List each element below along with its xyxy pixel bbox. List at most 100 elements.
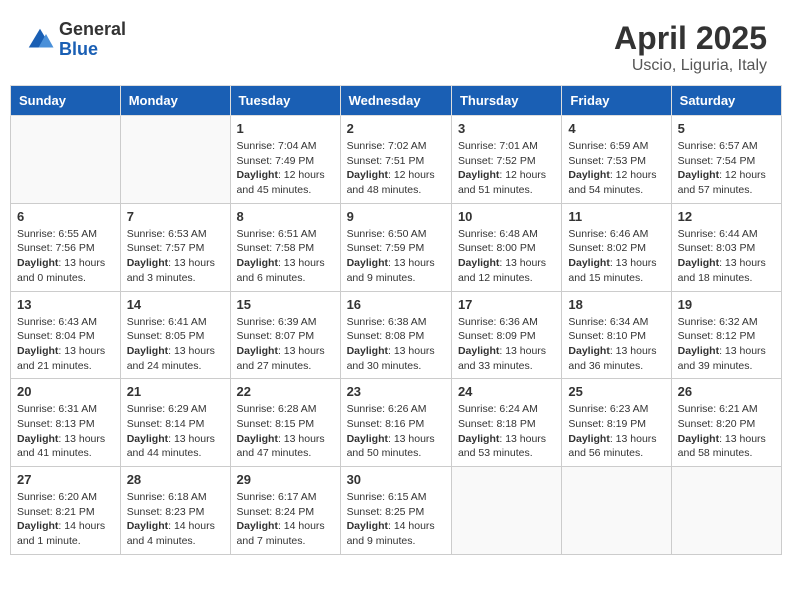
day-info: Sunrise: 6:29 AMSunset: 8:14 PMDaylight:… xyxy=(127,402,224,461)
col-header-thursday: Thursday xyxy=(451,86,561,116)
day-number: 24 xyxy=(458,384,555,399)
day-number: 20 xyxy=(17,384,114,399)
logo-text: General Blue xyxy=(59,20,126,60)
day-info: Sunrise: 6:26 AMSunset: 8:16 PMDaylight:… xyxy=(347,402,445,461)
col-header-monday: Monday xyxy=(120,86,230,116)
day-info: Sunrise: 6:31 AMSunset: 8:13 PMDaylight:… xyxy=(17,402,114,461)
day-number: 23 xyxy=(347,384,445,399)
calendar-cell: 30 Sunrise: 6:15 AMSunset: 8:25 PMDayligh… xyxy=(340,467,451,555)
calendar-cell: 20 Sunrise: 6:31 AMSunset: 8:13 PMDayligh… xyxy=(11,379,121,467)
calendar-cell: 1 Sunrise: 7:04 AMSunset: 7:49 PMDaylight… xyxy=(230,116,340,204)
logo-general-text: General xyxy=(59,20,126,40)
day-info: Sunrise: 6:51 AMSunset: 7:58 PMDaylight:… xyxy=(237,227,334,286)
calendar-week-row: 27Sunrise: 6:20 AMSunset: 8:21 PMDayligh… xyxy=(11,467,782,555)
month-title: April 2025 xyxy=(614,20,767,57)
day-number: 21 xyxy=(127,384,224,399)
calendar-cell: 8 Sunrise: 6:51 AMSunset: 7:58 PMDaylight… xyxy=(230,203,340,291)
day-info: Sunrise: 6:24 AMSunset: 8:18 PMDaylight:… xyxy=(458,402,555,461)
day-info: Sunrise: 6:32 AMSunset: 8:12 PMDaylight:… xyxy=(678,315,775,374)
logo-icon xyxy=(25,25,55,55)
calendar-cell: 17 Sunrise: 6:36 AMSunset: 8:09 PMDayligh… xyxy=(451,291,561,379)
col-header-saturday: Saturday xyxy=(671,86,781,116)
day-info: Sunrise: 6:28 AMSunset: 8:15 PMDaylight:… xyxy=(237,402,334,461)
day-info: Sunrise: 6:55 AMSunset: 7:56 PMDaylight:… xyxy=(17,227,114,286)
calendar-header-row: SundayMondayTuesdayWednesdayThursdayFrid… xyxy=(11,86,782,116)
calendar-cell: 28 Sunrise: 6:18 AMSunset: 8:23 PMDayligh… xyxy=(120,467,230,555)
col-header-wednesday: Wednesday xyxy=(340,86,451,116)
day-number: 7 xyxy=(127,209,224,224)
day-info: Sunrise: 6:21 AMSunset: 8:20 PMDaylight:… xyxy=(678,402,775,461)
day-number: 5 xyxy=(678,121,775,136)
day-number: 10 xyxy=(458,209,555,224)
calendar-cell xyxy=(562,467,671,555)
calendar-cell: 4Sunrise: 6:59 AMSunset: 7:53 PMDaylight… xyxy=(562,116,671,204)
day-info: Sunrise: 6:23 AMSunset: 8:19 PMDaylight:… xyxy=(568,402,664,461)
day-number: 1 xyxy=(237,121,334,136)
calendar-table: SundayMondayTuesdayWednesdayThursdayFrid… xyxy=(10,85,782,555)
logo: General Blue xyxy=(25,20,126,60)
day-info: Sunrise: 6:44 AMSunset: 8:03 PMDaylight:… xyxy=(678,227,775,286)
calendar-cell: 24 Sunrise: 6:24 AMSunset: 8:18 PMDayligh… xyxy=(451,379,561,467)
calendar-cell: 25 Sunrise: 6:23 AMSunset: 8:19 PMDayligh… xyxy=(562,379,671,467)
day-info: Sunrise: 7:02 AMSunset: 7:51 PMDaylight:… xyxy=(347,139,445,198)
calendar-cell xyxy=(120,116,230,204)
calendar-cell xyxy=(451,467,561,555)
calendar-cell: 19 Sunrise: 6:32 AMSunset: 8:12 PMDayligh… xyxy=(671,291,781,379)
day-info: Sunrise: 6:50 AMSunset: 7:59 PMDaylight:… xyxy=(347,227,445,286)
day-number: 25 xyxy=(568,384,664,399)
calendar-cell: 14Sunrise: 6:41 AMSunset: 8:05 PMDayligh… xyxy=(120,291,230,379)
day-number: 29 xyxy=(237,472,334,487)
day-info: Sunrise: 6:53 AMSunset: 7:57 PMDaylight:… xyxy=(127,227,224,286)
day-number: 12 xyxy=(678,209,775,224)
day-number: 2 xyxy=(347,121,445,136)
day-number: 14 xyxy=(127,297,224,312)
calendar-week-row: 1 Sunrise: 7:04 AMSunset: 7:49 PMDaylight… xyxy=(11,116,782,204)
day-number: 28 xyxy=(127,472,224,487)
calendar-cell: 2 Sunrise: 7:02 AMSunset: 7:51 PMDaylight… xyxy=(340,116,451,204)
location-title: Uscio, Liguria, Italy xyxy=(614,57,767,75)
day-number: 17 xyxy=(458,297,555,312)
day-number: 19 xyxy=(678,297,775,312)
day-info: Sunrise: 6:18 AMSunset: 8:23 PMDaylight:… xyxy=(127,490,224,549)
col-header-tuesday: Tuesday xyxy=(230,86,340,116)
day-number: 9 xyxy=(347,209,445,224)
calendar-cell: 26Sunrise: 6:21 AMSunset: 8:20 PMDayligh… xyxy=(671,379,781,467)
day-info: Sunrise: 7:01 AMSunset: 7:52 PMDaylight:… xyxy=(458,139,555,198)
calendar-cell: 21 Sunrise: 6:29 AMSunset: 8:14 PMDayligh… xyxy=(120,379,230,467)
day-number: 3 xyxy=(458,121,555,136)
calendar-cell: 27Sunrise: 6:20 AMSunset: 8:21 PMDayligh… xyxy=(11,467,121,555)
title-area: April 2025 Uscio, Liguria, Italy xyxy=(614,20,767,75)
calendar-cell: 11Sunrise: 6:46 AMSunset: 8:02 PMDayligh… xyxy=(562,203,671,291)
calendar-cell: 15 Sunrise: 6:39 AMSunset: 8:07 PMDayligh… xyxy=(230,291,340,379)
calendar-cell xyxy=(671,467,781,555)
day-number: 16 xyxy=(347,297,445,312)
day-number: 30 xyxy=(347,472,445,487)
calendar-week-row: 6 Sunrise: 6:55 AMSunset: 7:56 PMDaylight… xyxy=(11,203,782,291)
header: General Blue April 2025 Uscio, Liguria, … xyxy=(10,10,782,80)
day-number: 11 xyxy=(568,209,664,224)
page-container: General Blue April 2025 Uscio, Liguria, … xyxy=(10,10,782,555)
day-info: Sunrise: 7:04 AMSunset: 7:49 PMDaylight:… xyxy=(237,139,334,198)
calendar-cell: 10 Sunrise: 6:48 AMSunset: 8:00 PMDayligh… xyxy=(451,203,561,291)
day-info: Sunrise: 6:59 AMSunset: 7:53 PMDaylight:… xyxy=(568,139,664,198)
calendar-cell: 3 Sunrise: 7:01 AMSunset: 7:52 PMDaylight… xyxy=(451,116,561,204)
day-number: 15 xyxy=(237,297,334,312)
calendar-week-row: 13 Sunrise: 6:43 AMSunset: 8:04 PMDayligh… xyxy=(11,291,782,379)
day-number: 8 xyxy=(237,209,334,224)
day-info: Sunrise: 6:48 AMSunset: 8:00 PMDaylight:… xyxy=(458,227,555,286)
calendar-cell: 12 Sunrise: 6:44 AMSunset: 8:03 PMDayligh… xyxy=(671,203,781,291)
day-info: Sunrise: 6:43 AMSunset: 8:04 PMDaylight:… xyxy=(17,315,114,374)
day-number: 6 xyxy=(17,209,114,224)
calendar-cell: 6 Sunrise: 6:55 AMSunset: 7:56 PMDaylight… xyxy=(11,203,121,291)
day-number: 13 xyxy=(17,297,114,312)
calendar-cell: 16Sunrise: 6:38 AMSunset: 8:08 PMDayligh… xyxy=(340,291,451,379)
logo-blue-text: Blue xyxy=(59,40,126,60)
day-info: Sunrise: 6:15 AMSunset: 8:25 PMDaylight:… xyxy=(347,490,445,549)
day-number: 27 xyxy=(17,472,114,487)
day-info: Sunrise: 6:36 AMSunset: 8:09 PMDaylight:… xyxy=(458,315,555,374)
day-info: Sunrise: 6:57 AMSunset: 7:54 PMDaylight:… xyxy=(678,139,775,198)
day-info: Sunrise: 6:39 AMSunset: 8:07 PMDaylight:… xyxy=(237,315,334,374)
calendar-cell xyxy=(11,116,121,204)
calendar-cell: 18Sunrise: 6:34 AMSunset: 8:10 PMDayligh… xyxy=(562,291,671,379)
day-number: 22 xyxy=(237,384,334,399)
